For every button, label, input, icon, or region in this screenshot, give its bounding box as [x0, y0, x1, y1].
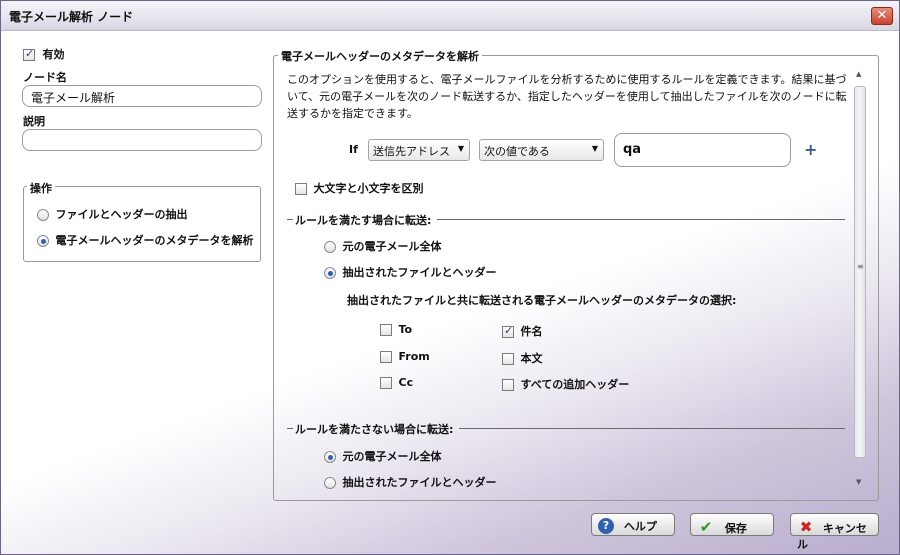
- nomatch-extracted-radio[interactable]: [324, 477, 336, 489]
- match-original-radio[interactable]: [324, 241, 336, 253]
- field-select[interactable]: 送信先アドレス ▼: [368, 139, 470, 161]
- if-label: If: [349, 143, 358, 156]
- check-to-row[interactable]: To: [380, 323, 412, 336]
- help-button-label: ヘルプ: [623, 520, 657, 533]
- parse-description: このオプションを使用すると、電子メールファイルを分析するために使用するルールを定…: [287, 73, 847, 120]
- all-headers-checkbox[interactable]: [502, 379, 514, 391]
- node-name-label: ノード名: [23, 71, 67, 84]
- close-icon: ✕: [876, 8, 888, 23]
- subject-checkbox[interactable]: [502, 324, 514, 338]
- op-parse-label: 電子メールヘッダーのメタデータを解析: [55, 234, 254, 247]
- nomatch-extracted-label: 抽出されたファイルとヘッダー: [342, 476, 497, 489]
- cancel-button[interactable]: ✖ キャンセル: [790, 513, 879, 551]
- cancel-icon: ✖: [799, 518, 813, 536]
- op-extract-label: ファイルとヘッダーの抽出: [55, 208, 188, 221]
- chevron-down-icon: ▼: [591, 144, 598, 153]
- divider: [437, 219, 845, 220]
- check-subject-row[interactable]: 件名: [502, 323, 543, 339]
- match-section-title: ルールを満たす場合に転送:: [295, 214, 432, 227]
- body-label: 本文: [520, 352, 543, 365]
- description-input[interactable]: [22, 129, 262, 151]
- match-original-label: 元の電子メール全体: [342, 240, 442, 253]
- operation-group: [23, 186, 261, 262]
- nomatch-original-label: 元の電子メール全体: [342, 450, 442, 463]
- node-name-input[interactable]: 電子メール解析: [22, 85, 262, 107]
- divider: [459, 428, 845, 429]
- nomatch-original-radio[interactable]: [324, 451, 336, 463]
- description-label: 説明: [23, 115, 45, 128]
- match-extracted-label: 抽出されたファイルとヘッダー: [342, 266, 497, 279]
- grip-icon: ≡: [857, 262, 864, 271]
- field-select-value: 送信先アドレス: [373, 145, 450, 158]
- to-label: To: [398, 323, 413, 336]
- scroll-down-icon[interactable]: ▼: [856, 478, 861, 486]
- op-parse-radio[interactable]: [37, 235, 49, 247]
- operator-select[interactable]: 次の値である ▼: [479, 139, 604, 161]
- enabled-row[interactable]: 有効: [23, 46, 65, 62]
- scroll-up-icon[interactable]: ▲: [856, 70, 861, 78]
- from-label: From: [398, 350, 430, 363]
- parse-group-title: 電子メールヘッダーのメタデータを解析: [278, 48, 482, 64]
- value-input[interactable]: qa: [614, 133, 791, 167]
- cc-checkbox[interactable]: [380, 377, 392, 389]
- op-extract-radio[interactable]: [37, 209, 49, 221]
- match-option-extracted[interactable]: 抽出されたファイルとヘッダー: [324, 264, 497, 280]
- chevron-down-icon: ▼: [457, 144, 464, 153]
- save-button[interactable]: ✔ 保存: [690, 513, 774, 536]
- scroll-thumb[interactable]: ≡: [854, 86, 866, 458]
- operation-title: 操作: [27, 180, 55, 196]
- divider: [287, 428, 293, 429]
- nomatch-option-original[interactable]: 元の電子メール全体: [324, 448, 442, 464]
- match-option-original[interactable]: 元の電子メール全体: [324, 238, 442, 254]
- check-cc-row[interactable]: Cc: [380, 376, 413, 389]
- subject-label: 件名: [520, 325, 543, 338]
- nomatch-option-extracted[interactable]: 抽出されたファイルとヘッダー: [324, 474, 497, 490]
- op-option-extract[interactable]: ファイルとヘッダーの抽出: [37, 206, 188, 222]
- enabled-checkbox[interactable]: [23, 47, 35, 61]
- nomatch-section-title: ルールを満たさない場合に転送:: [295, 423, 454, 436]
- help-button[interactable]: ? ヘルプ: [591, 513, 675, 536]
- case-sensitive-row[interactable]: 大文字と小文字を区別: [295, 180, 424, 196]
- case-sensitive-label: 大文字と小文字を区別: [313, 182, 424, 195]
- case-sensitive-checkbox[interactable]: [295, 183, 307, 195]
- node-dialog: 電子メール解析 ノード ✕ 有効 ノード名 電子メール解析 説明 操作 ファイル…: [0, 0, 900, 555]
- checkmark-icon: ✔: [699, 518, 713, 536]
- plus-icon: +: [804, 140, 818, 159]
- check-from-row[interactable]: From: [380, 350, 430, 363]
- check-all-headers-row[interactable]: すべての追加ヘッダー: [502, 376, 629, 392]
- window-title: 電子メール解析 ノード: [9, 10, 134, 24]
- to-checkbox[interactable]: [380, 324, 392, 336]
- from-checkbox[interactable]: [380, 351, 392, 363]
- divider: [287, 219, 293, 220]
- op-option-parse[interactable]: 電子メールヘッダーのメタデータを解析: [37, 232, 259, 248]
- metadata-label: 抽出されたファイルと共に転送される電子メールヘッダーのメタデータの選択:: [347, 294, 737, 307]
- title-bar[interactable]: 電子メール解析 ノード ✕: [1, 1, 899, 31]
- vertical-scrollbar[interactable]: ▲ ≡ ▼: [852, 68, 868, 493]
- enabled-label: 有効: [42, 48, 65, 61]
- help-icon: ?: [598, 518, 614, 534]
- body-checkbox[interactable]: [502, 353, 514, 365]
- close-button[interactable]: ✕: [871, 7, 893, 25]
- match-extracted-radio[interactable]: [324, 267, 336, 279]
- save-button-label: 保存: [724, 522, 747, 535]
- add-rule-button[interactable]: +: [804, 140, 817, 159]
- operator-select-value: 次の値である: [484, 145, 550, 158]
- check-body-row[interactable]: 本文: [502, 350, 543, 366]
- cc-label: Cc: [398, 376, 414, 389]
- all-headers-label: すべての追加ヘッダー: [520, 378, 630, 391]
